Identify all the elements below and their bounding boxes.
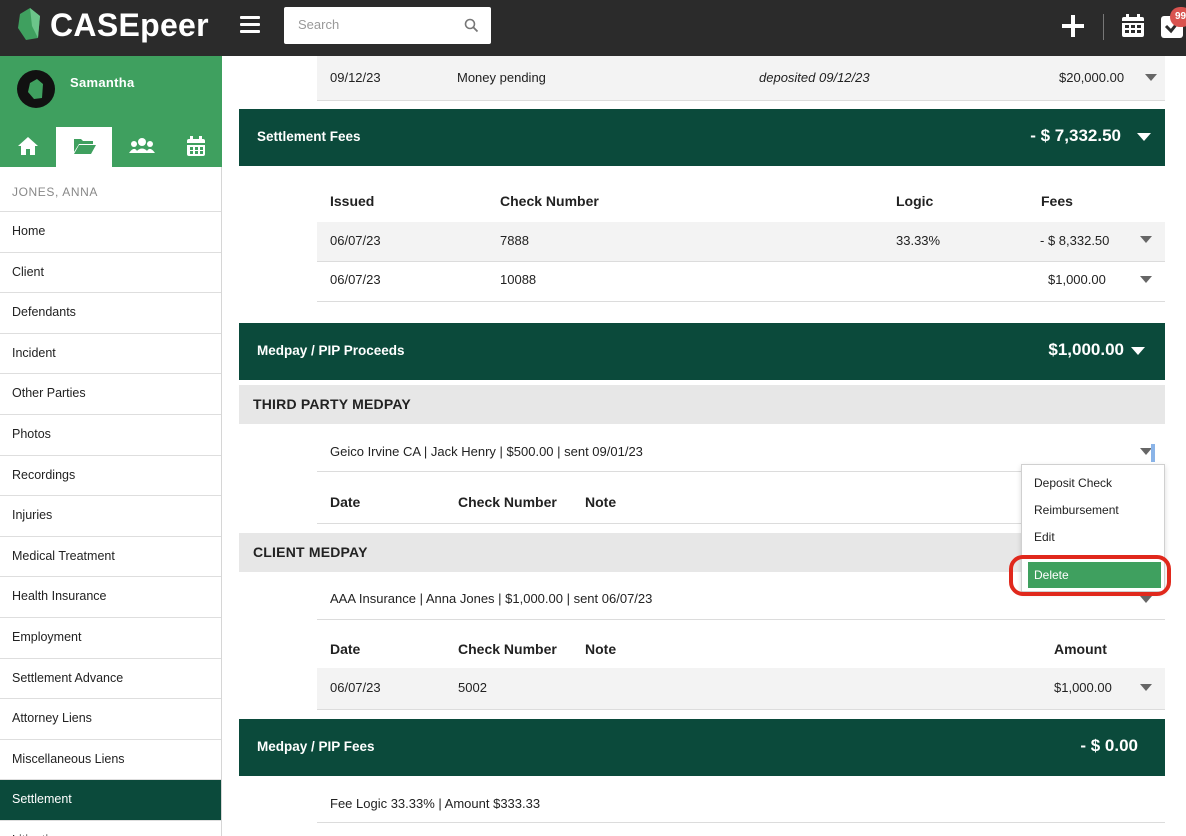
user-name[interactable]: Samantha	[70, 75, 135, 90]
medpay-date: 06/07/23	[330, 680, 381, 695]
users-icon	[129, 138, 155, 153]
medpay-fees-header[interactable]: Medpay / PIP Fees - $ 0.00	[239, 719, 1165, 776]
text-cursor	[1151, 444, 1155, 462]
chevron-down-icon[interactable]	[1140, 684, 1152, 691]
third-party-medpay-heading: THIRD PARTY MEDPAY	[239, 385, 1165, 424]
deposit-date: 09/12/23	[330, 70, 381, 85]
sidebar-item-litigation[interactable]: Litigation	[0, 819, 221, 836]
search-input[interactable]	[284, 7, 454, 42]
nav-cases[interactable]	[56, 127, 112, 167]
divider	[1103, 14, 1104, 40]
section-title: Medpay / PIP Fees	[257, 739, 375, 754]
casepeer-logo-icon[interactable]	[16, 6, 44, 42]
app-logo-text[interactable]: CASEpeer	[50, 7, 209, 44]
avatar[interactable]	[17, 70, 55, 108]
table-row[interactable]: 06/07/23 7888 33.33% - $ 8,332.50	[317, 222, 1165, 262]
menu-item-edit[interactable]: Edit	[1034, 530, 1055, 544]
sidebar-item-employment[interactable]: Employment	[0, 616, 221, 658]
fees-table-header: Issued Check Number Logic Fees	[317, 180, 1165, 222]
settlement-fees-header[interactable]: Settlement Fees - $ 7,332.50	[239, 109, 1165, 166]
column-header-date: Date	[330, 494, 361, 510]
table-row[interactable]: 06/07/23 10088 $1,000.00	[317, 262, 1165, 302]
sidebar-item-miscellaneous-liens[interactable]: Miscellaneous Liens	[0, 738, 221, 780]
fee-issued: 06/07/23	[330, 272, 381, 287]
chevron-down-icon[interactable]	[1140, 236, 1152, 243]
sidebar-item-home[interactable]: Home	[0, 211, 221, 252]
nav-calendar[interactable]	[168, 127, 224, 167]
column-header-amount: Amount	[1054, 641, 1107, 657]
section-amount: - $ 7,332.50	[1030, 126, 1121, 145]
medpay-check-number: 5002	[458, 680, 487, 695]
chevron-down-icon[interactable]	[1140, 276, 1152, 283]
add-icon[interactable]	[1060, 13, 1086, 39]
column-header-check-number: Check Number	[458, 494, 557, 510]
calendar-icon	[187, 136, 205, 156]
medpay-table-header: Date Check Number Note Amount	[317, 620, 1165, 668]
section-amount: $1,000.00	[1048, 340, 1124, 359]
deposit-amount: $20,000.00	[1059, 70, 1125, 85]
table-row[interactable]: 06/07/23 5002 $1,000.00	[317, 668, 1165, 710]
folder-open-icon	[74, 139, 96, 154]
menu-item-deposit-check[interactable]: Deposit Check	[1034, 476, 1112, 490]
sidebar-item-attorney-liens[interactable]: Attorney Liens	[0, 698, 221, 739]
fee-amount: - $ 8,332.50	[1040, 233, 1110, 248]
calendar-icon[interactable]	[1120, 13, 1146, 39]
chevron-down-icon[interactable]	[1140, 596, 1152, 603]
notification-badge[interactable]: 99	[1170, 7, 1186, 27]
chevron-down-icon[interactable]	[1145, 74, 1157, 81]
list-item[interactable]: Fee Logic 33.33% | Amount $333.33	[317, 785, 1165, 823]
section-title: Settlement Fees	[257, 129, 361, 144]
medpay-entry: AAA Insurance | Anna Jones | $1,000.00 |…	[330, 591, 653, 606]
home-icon	[18, 137, 38, 155]
sidebar-item-settlement-advance[interactable]: Settlement Advance	[0, 657, 221, 699]
deposit-status: Money pending	[457, 70, 546, 85]
column-header-logic: Logic	[896, 193, 934, 209]
column-header-date: Date	[330, 641, 361, 657]
highlight-annotation	[1009, 555, 1171, 596]
menu-icon[interactable]	[240, 16, 260, 34]
sidebar-item-injuries[interactable]: Injuries	[0, 495, 221, 536]
user-logo-icon	[28, 79, 43, 99]
nav-contacts[interactable]	[112, 127, 168, 167]
medpay-proceeds-header[interactable]: Medpay / PIP Proceeds $1,000.00	[239, 323, 1165, 380]
sidebar-item-health-insurance[interactable]: Health Insurance	[0, 576, 221, 617]
column-header-fees: Fees	[1041, 193, 1073, 209]
fee-issued: 06/07/23	[330, 233, 381, 248]
deposit-note: deposited 09/12/23	[759, 70, 870, 85]
case-name: JONES, ANNA	[12, 185, 98, 199]
fee-check-number: 7888	[500, 233, 529, 248]
chevron-down-icon[interactable]	[1137, 133, 1151, 141]
column-header-issued: Issued	[330, 193, 375, 209]
sidebar-item-recordings[interactable]: Recordings	[0, 454, 221, 496]
section-amount: - $ 0.00	[1080, 736, 1138, 755]
sidebar-item-other-parties[interactable]: Other Parties	[0, 373, 221, 414]
section-title: Medpay / PIP Proceeds	[257, 343, 405, 358]
sidebar-item-settlement[interactable]: Settlement	[0, 779, 221, 820]
fee-check-number: 10088	[500, 272, 537, 287]
user-panel: Samantha	[0, 56, 222, 167]
fee-logic: 33.33%	[896, 233, 941, 248]
column-header-note: Note	[585, 641, 617, 657]
sidebar-item-client[interactable]: Client	[0, 251, 221, 293]
search-icon[interactable]	[464, 18, 479, 33]
deposit-row[interactable]: 09/12/23 Money pending deposited 09/12/2…	[317, 56, 1165, 101]
sidebar: Samantha JONES, ANNA Home Client Defenda…	[0, 56, 222, 836]
chevron-down-icon[interactable]	[1131, 347, 1145, 355]
sidebar-item-photos[interactable]: Photos	[0, 413, 221, 455]
sidebar-item-incident[interactable]: Incident	[0, 332, 221, 374]
sidebar-nav: Home Client Defendants Incident Other Pa…	[0, 211, 221, 836]
medpay-amount: $1,000.00	[1054, 680, 1112, 695]
fee-amount: $1,000.00	[1048, 272, 1106, 287]
sidebar-item-medical-treatment[interactable]: Medical Treatment	[0, 535, 221, 577]
column-header-check-number: Check Number	[500, 193, 599, 209]
medpay-entry: Geico Irvine CA | Jack Henry | $500.00 |…	[330, 444, 643, 459]
top-bar: CASEpeer 99	[0, 0, 1186, 56]
column-header-check-number: Check Number	[458, 641, 557, 657]
column-header-note: Note	[585, 494, 617, 510]
search-box	[284, 7, 491, 44]
menu-item-reimbursement[interactable]: Reimbursement	[1034, 503, 1119, 517]
fee-logic-detail: Fee Logic 33.33% | Amount $333.33	[330, 796, 541, 811]
nav-home[interactable]	[0, 127, 56, 167]
sidebar-item-defendants[interactable]: Defendants	[0, 292, 221, 333]
